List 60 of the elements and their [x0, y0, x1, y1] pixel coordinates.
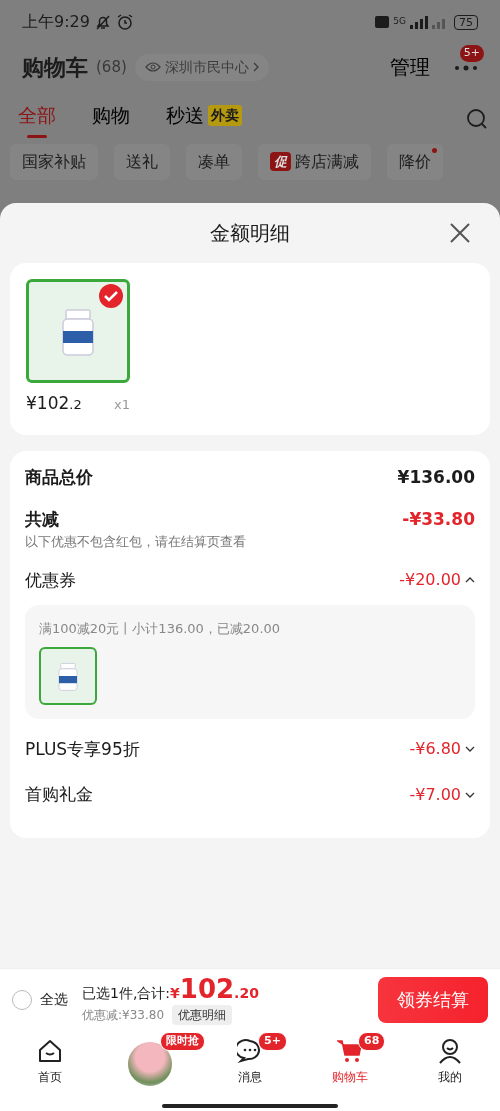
- total-value: ¥136.00: [397, 466, 475, 489]
- tag-label: 外卖: [208, 104, 242, 126]
- alarm-icon: [115, 13, 134, 31]
- eye-icon: [144, 61, 161, 73]
- reduction-value: -¥33.80: [402, 507, 475, 531]
- discount-toggle[interactable]: -¥7.00: [409, 782, 475, 807]
- total-amount: ¥102.20: [170, 974, 259, 1005]
- page-title: 购物车: [22, 53, 88, 82]
- manage-button[interactable]: 管理: [390, 52, 430, 82]
- chevron-up-icon: [465, 576, 475, 585]
- more-icon[interactable]: [454, 64, 478, 71]
- chevron-down-icon: [465, 790, 475, 799]
- notification-badge: 5+: [459, 45, 484, 62]
- status-time: 上午9:29: [22, 11, 90, 33]
- promo-tag: 促: [270, 151, 291, 172]
- person-icon: [437, 1038, 463, 1064]
- cart-icon: [337, 1038, 363, 1064]
- discount-summary: 优惠减:¥33.80: [82, 1006, 165, 1024]
- sheet-title: 金额明细: [210, 220, 290, 247]
- quantity-label: x1: [114, 396, 130, 414]
- discount-toggle[interactable]: -¥6.80: [409, 737, 475, 762]
- search-icon[interactable]: [466, 107, 488, 130]
- battery-indicator: 75: [454, 14, 478, 30]
- location-button[interactable]: 深圳市民中心: [134, 53, 269, 81]
- checkout-button[interactable]: 领券结算: [378, 976, 488, 1023]
- discount-label: 优惠券: [25, 568, 76, 592]
- close-icon[interactable]: [450, 223, 470, 243]
- tab[interactable]: 购物: [86, 100, 136, 138]
- discount-label: PLUS专享95折: [25, 737, 140, 761]
- discount-detail-text: 满100减20元丨小计136.00，已减20.00: [39, 620, 282, 638]
- bell-off-icon: [93, 13, 112, 31]
- cart-count: (68): [96, 56, 127, 78]
- nav-tab[interactable]: 我的: [400, 1030, 500, 1111]
- nav-tab[interactable]: 首页: [0, 1030, 100, 1111]
- filter-chip[interactable]: 送礼: [114, 143, 170, 180]
- filter-chip[interactable]: 国家补贴: [10, 143, 98, 180]
- badge-label: 68: [358, 1032, 386, 1051]
- filter-chip[interactable]: 降价: [387, 143, 443, 180]
- chevron-down-icon: [465, 745, 475, 754]
- network-label: 5G: [393, 15, 406, 29]
- total-label: 商品总价: [25, 466, 93, 489]
- badge-label: 5+: [258, 1032, 287, 1051]
- filter-chip[interactable]: 促 跨店满减: [258, 143, 371, 180]
- filter-chip[interactable]: 凑单: [186, 143, 242, 180]
- details-button[interactable]: 优惠明细: [172, 1004, 233, 1025]
- select-all-label: 全选: [40, 990, 68, 1009]
- tab[interactable]: 秒送 外卖: [160, 100, 248, 138]
- home-icon: [37, 1038, 63, 1064]
- chat-bubble-icon: [237, 1038, 263, 1064]
- nav-tab[interactable]: 购物车 68: [300, 1030, 400, 1111]
- discount-toggle[interactable]: -¥20.00: [399, 568, 475, 593]
- selected-summary: 已选1件,合计:: [82, 983, 171, 1003]
- badge-label: 限时抢: [160, 1032, 205, 1051]
- reduction-label: 共减: [25, 507, 59, 531]
- chevron-right-icon: [252, 62, 259, 72]
- tab[interactable]: 全部: [12, 100, 62, 138]
- product-price: ¥102.2: [26, 392, 82, 415]
- discount-label: 首购礼金: [25, 783, 93, 806]
- reduction-note: 以下优惠不包含红包，请在结算页查看: [25, 533, 247, 551]
- product-photo-placeholder[interactable]: [26, 279, 130, 383]
